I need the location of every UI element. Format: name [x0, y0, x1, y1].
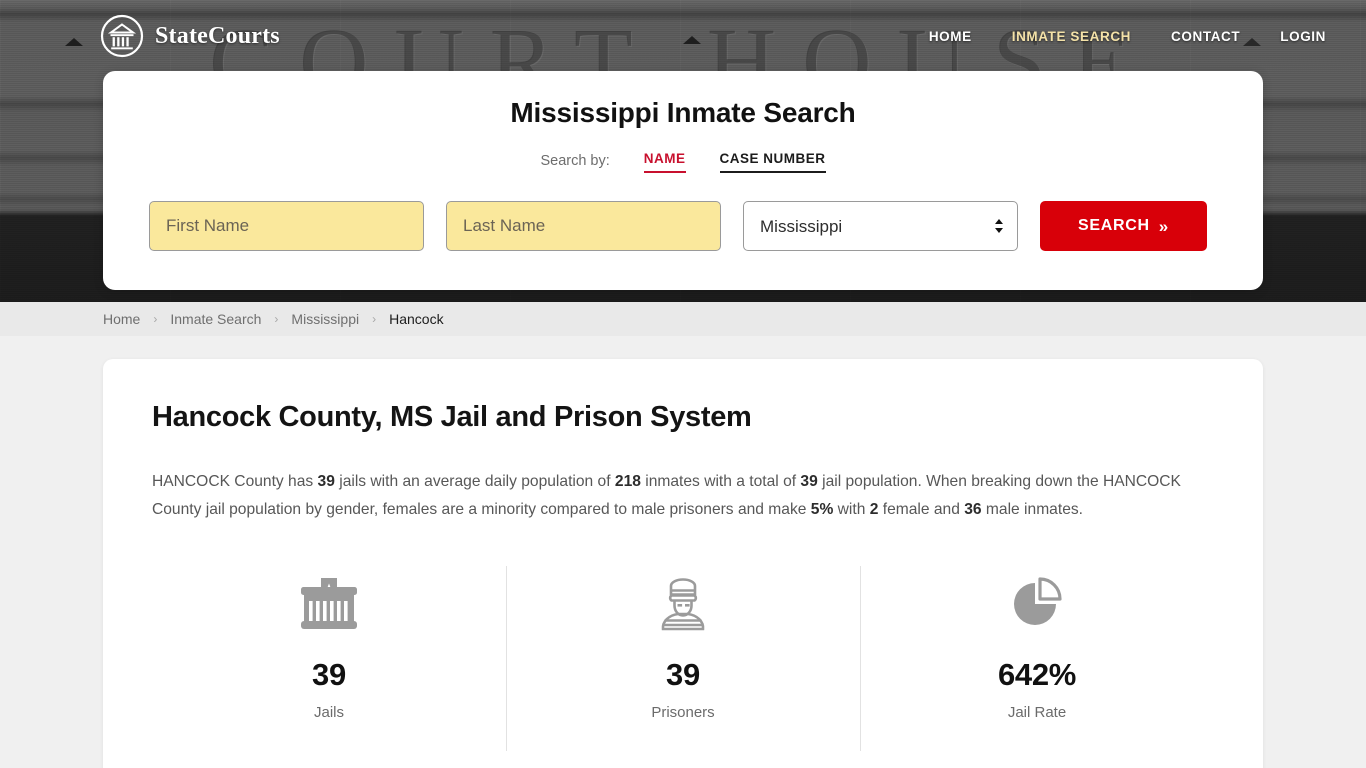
pie-chart-icon [1007, 575, 1067, 633]
search-button[interactable]: SEARCH » [1040, 201, 1207, 251]
tab-case-number[interactable]: CASE NUMBER [720, 151, 826, 173]
nav-links: HOME INMATE SEARCH CONTACT LOGIN [929, 29, 1326, 44]
intro-text-6: female and [878, 501, 964, 518]
page-title: Hancock County, MS Jail and Prison Syste… [152, 401, 1214, 434]
prisoner-icon [654, 575, 712, 633]
intro-stat-male-count: 36 [964, 501, 981, 518]
nav-item-inmate-search[interactable]: INMATE SEARCH [1012, 29, 1131, 44]
statistics-row: 39 Jails [152, 566, 1214, 747]
intro-text-7: male inmates. [982, 501, 1083, 518]
search-by-label: Search by: [540, 153, 609, 173]
intro-stat-total: 39 [800, 473, 817, 490]
intro-stat-adp: 218 [615, 473, 641, 490]
stat-prisoners: 39 Prisoners [506, 566, 860, 747]
breadcrumb-item-inmate-search[interactable]: Inmate Search [170, 311, 261, 327]
stat-label-jail-rate: Jail Rate [860, 704, 1214, 721]
intro-paragraph: HANCOCK County has 39 jails with an aver… [152, 468, 1212, 524]
double-chevron-right-icon: » [1159, 218, 1169, 235]
nav-item-contact[interactable]: CONTACT [1171, 29, 1240, 44]
breadcrumb-item-mississippi[interactable]: Mississippi [291, 311, 359, 327]
search-by-row: Search by: NAME CASE NUMBER [149, 151, 1217, 173]
tab-name[interactable]: NAME [644, 151, 686, 173]
nav-item-home[interactable]: HOME [929, 29, 972, 44]
stat-value-jail-rate: 642% [860, 657, 1214, 693]
inmate-search-card: Mississippi Inmate Search Search by: NAM… [103, 71, 1263, 290]
stat-icon-wrap [860, 574, 1214, 634]
intro-text-2: jails with an average daily population o… [335, 473, 615, 490]
courthouse-circle-icon [100, 14, 144, 58]
nav-item-login[interactable]: LOGIN [1280, 29, 1326, 44]
breadcrumb-item-hancock: Hancock [389, 311, 443, 327]
top-navigation-bar: StateCourts HOME INMATE SEARCH CONTACT L… [0, 0, 1366, 72]
stat-icon-wrap [506, 574, 860, 634]
breadcrumb-separator-icon: › [372, 312, 376, 326]
breadcrumb: Home › Inmate Search › Mississippi › Han… [103, 311, 444, 327]
search-button-label: SEARCH [1078, 217, 1150, 235]
search-card-title: Mississippi Inmate Search [149, 97, 1217, 129]
first-name-input[interactable] [149, 201, 424, 251]
breadcrumb-item-home[interactable]: Home [103, 311, 140, 327]
intro-text-1: HANCOCK County has [152, 473, 318, 490]
stat-jail-rate: 642% Jail Rate [860, 566, 1214, 747]
page-body: Hancock County, MS Jail and Prison Syste… [0, 336, 1366, 768]
brand-logo-link[interactable]: StateCourts [100, 14, 280, 58]
intro-text-5: with [833, 501, 869, 518]
jail-building-icon [297, 575, 361, 633]
breadcrumb-bar: Home › Inmate Search › Mississippi › Han… [0, 302, 1366, 336]
last-name-input[interactable] [446, 201, 721, 251]
breadcrumb-separator-icon: › [274, 312, 278, 326]
stat-icon-wrap [152, 574, 506, 634]
brand-name: StateCourts [155, 23, 280, 50]
breadcrumb-separator-icon: › [153, 312, 157, 326]
hero-header: COURT HOUSE StateCourts HOME INMATE SEAR… [0, 0, 1366, 302]
intro-text-3: inmates with a total of [641, 473, 800, 490]
stat-value-jails: 39 [152, 657, 506, 693]
stat-label-prisoners: Prisoners [506, 704, 860, 721]
intro-stat-jails: 39 [318, 473, 335, 490]
stat-value-prisoners: 39 [506, 657, 860, 693]
stat-jails: 39 Jails [152, 566, 506, 747]
search-form: Mississippi SEARCH » [149, 201, 1217, 251]
state-select-wrapper: Mississippi [743, 201, 1018, 251]
county-content-card: Hancock County, MS Jail and Prison Syste… [103, 359, 1263, 768]
intro-stat-female-pct: 5% [811, 501, 834, 518]
stat-label-jails: Jails [152, 704, 506, 721]
state-select[interactable]: Mississippi [743, 201, 1018, 251]
